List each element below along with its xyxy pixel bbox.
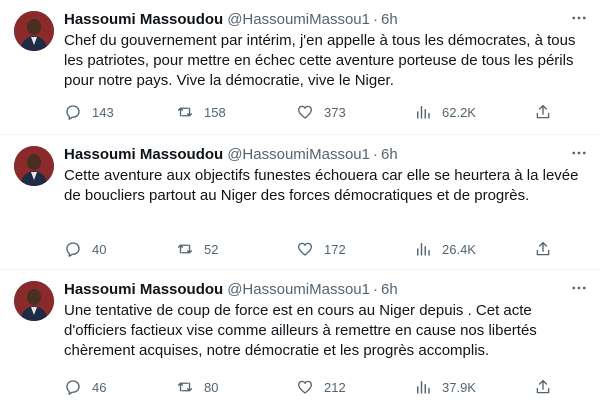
tweet-text: Chef du gouvernement par intérim, j'en a… [64,32,576,89]
like-button[interactable]: 373 [296,101,346,123]
share-icon [536,104,550,119]
retweet-count: 80 [204,379,219,395]
separator-dot: · [372,145,378,163]
reply-icon [66,242,80,257]
more-horizontal-icon [572,151,586,155]
author-handle[interactable]: @HassoumiMassou1 [227,11,370,28]
tweet-actions: 46 80 212 37.9K [56,376,596,398]
share-icon [536,379,550,394]
avatar-image [14,146,54,186]
reply-count: 143 [92,104,114,120]
author-name[interactable]: Hassoumi Massoudou [64,146,223,163]
reply-icon [66,380,80,395]
more-options-button[interactable] [568,278,590,298]
avatar[interactable] [14,281,54,321]
tweet-actions: 40 52 172 26.4K [56,238,596,260]
share-button[interactable] [534,101,562,123]
heart-icon [297,105,313,119]
views-button[interactable]: 37.9K [414,376,476,398]
more-horizontal-icon [572,286,586,290]
retweet-button[interactable]: 158 [176,101,226,123]
views-icon [417,106,430,119]
author-handle[interactable]: @HassoumiMassou1 [227,146,370,163]
tweet-header: Hassoumi Massoudou @HassoumiMassou1 · 6h [64,279,398,299]
avatar-image [14,11,54,51]
separator-dot: · [372,10,378,28]
avatar[interactable] [14,146,54,186]
view-count: 26.4K [442,241,476,257]
retweet-icon [177,244,193,254]
tweet-header: Hassoumi Massoudou @HassoumiMassou1 · 6h [64,144,398,164]
tweet[interactable]: Hassoumi Massoudou @HassoumiMassou1 · 6h… [0,270,600,406]
tweet-text: Cette aventure aux objectifs funestes éc… [64,167,579,204]
heart-icon [297,242,313,256]
retweet-icon [177,107,193,117]
reply-icon [66,105,80,120]
heart-icon [297,380,313,394]
timestamp[interactable]: 6h [381,11,398,28]
author-name[interactable]: Hassoumi Massoudou [64,281,223,298]
avatar[interactable] [14,11,54,51]
retweet-count: 158 [204,104,226,120]
tweet-actions: 143 158 373 62.2K [56,101,596,123]
views-icon [417,243,430,256]
retweet-button[interactable]: 52 [176,238,218,260]
views-button[interactable]: 26.4K [414,238,476,260]
more-horizontal-icon [572,16,586,20]
more-options-button[interactable] [568,8,590,28]
share-button[interactable] [534,376,562,398]
tweet-feed: Hassoumi Massoudou @HassoumiMassou1 · 6h… [0,0,600,406]
retweet-icon [177,382,193,392]
like-button[interactable]: 172 [296,238,346,260]
views-button[interactable]: 62.2K [414,101,476,123]
retweet-count: 52 [204,241,219,257]
more-options-button[interactable] [568,143,590,163]
reply-count: 46 [92,379,107,395]
reply-button[interactable]: 46 [64,376,106,398]
tweet[interactable]: Hassoumi Massoudou @HassoumiMassou1 · 6h… [0,0,600,135]
tweet-header: Hassoumi Massoudou @HassoumiMassou1 · 6h [64,9,398,29]
author-name[interactable]: Hassoumi Massoudou [64,11,223,28]
retweet-button[interactable]: 80 [176,376,218,398]
share-icon [536,241,550,256]
share-button[interactable] [534,238,562,260]
reply-button[interactable]: 40 [64,238,106,260]
reply-count: 40 [92,241,107,257]
separator-dot: · [372,280,378,298]
views-icon [417,381,430,394]
timestamp[interactable]: 6h [381,281,398,298]
avatar-image [14,281,54,321]
view-count: 37.9K [442,379,476,395]
like-count: 373 [324,104,346,120]
like-count: 212 [324,379,346,395]
view-count: 62.2K [442,104,476,120]
tweet[interactable]: Hassoumi Massoudou @HassoumiMassou1 · 6h… [0,135,600,270]
like-count: 172 [324,241,346,257]
tweet-text: Une tentative de coup de force est en co… [64,302,537,359]
like-button[interactable]: 212 [296,376,346,398]
timestamp[interactable]: 6h [381,146,398,163]
author-handle[interactable]: @HassoumiMassou1 [227,281,370,298]
reply-button[interactable]: 143 [64,101,114,123]
